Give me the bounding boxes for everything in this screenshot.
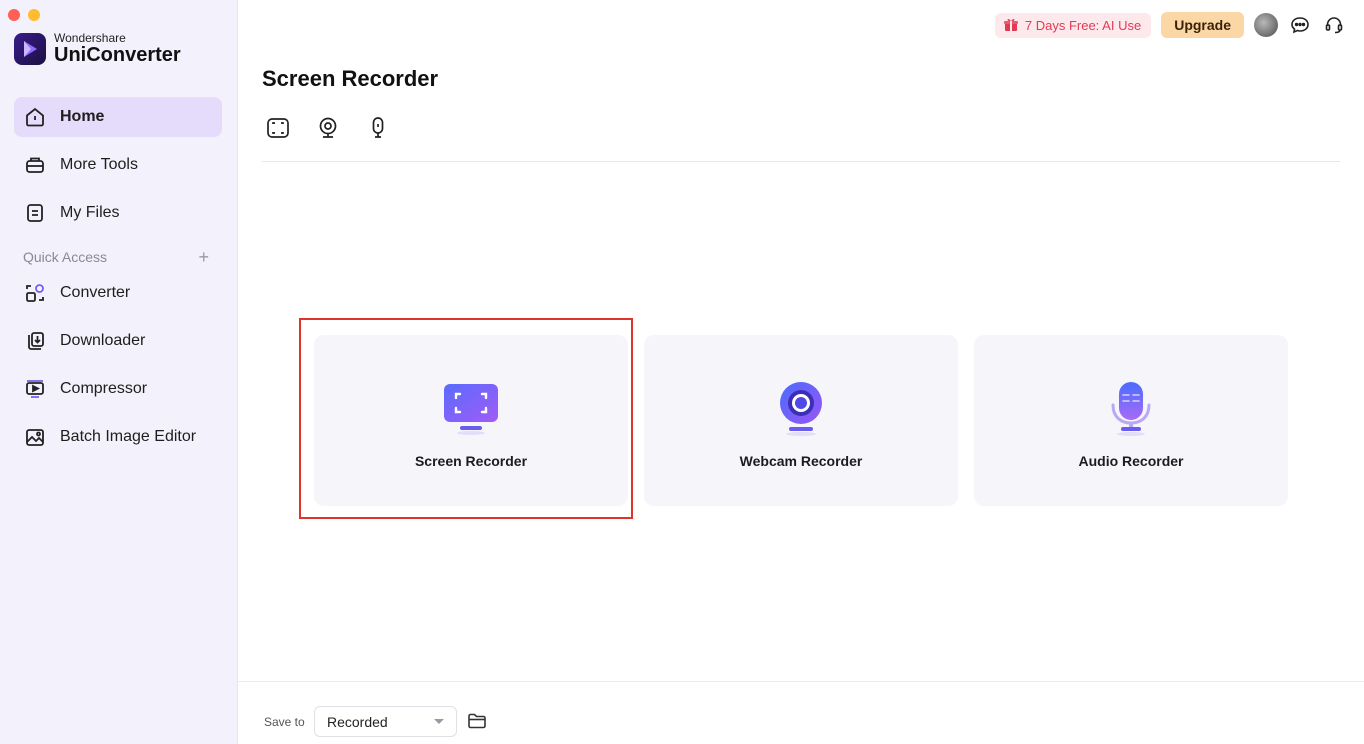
- sidebar-item-my-files[interactable]: My Files: [14, 193, 222, 233]
- sidebar-item-downloader[interactable]: Downloader: [14, 321, 222, 361]
- sidebar-item-label: Batch Image Editor: [60, 428, 197, 445]
- sidebar-item-home[interactable]: Home: [14, 97, 222, 137]
- footer-divider: [238, 681, 1364, 682]
- app-logo-icon: [14, 32, 46, 65]
- sidebar-item-label: Downloader: [60, 332, 146, 349]
- main-nav: Home More Tools My Files: [14, 97, 222, 241]
- card-label: Audio Recorder: [1078, 453, 1184, 469]
- converter-icon: [26, 284, 44, 302]
- window-controls: [8, 9, 40, 21]
- sidebar-item-label: More Tools: [60, 156, 138, 173]
- sidebar-item-label: Compressor: [60, 380, 148, 397]
- file-icon: [27, 204, 43, 222]
- audio-recorder-card[interactable]: Audio Recorder: [974, 335, 1288, 506]
- sidebar: Wondershare UniConverter Home More Tools: [0, 0, 238, 744]
- upgrade-button[interactable]: Upgrade: [1161, 12, 1244, 38]
- sidebar-item-compressor[interactable]: Compressor: [14, 369, 222, 409]
- toolbox-icon: [26, 157, 44, 173]
- image-editor-icon: [26, 429, 44, 446]
- sidebar-item-label: My Files: [60, 204, 120, 221]
- sidebar-item-label: Home: [60, 108, 105, 125]
- audio-recorder-icon: [1101, 381, 1161, 437]
- promo-button[interactable]: 7 Days Free: AI Use: [994, 12, 1152, 38]
- microphone-icon[interactable]: [366, 116, 390, 140]
- webcam-recorder-card[interactable]: Webcam Recorder: [644, 335, 958, 506]
- chevron-down-icon: [434, 719, 444, 724]
- section-divider: [262, 161, 1340, 162]
- save-to-label: Save to: [264, 715, 305, 729]
- card-label: Webcam Recorder: [739, 453, 863, 469]
- sidebar-item-more-tools[interactable]: More Tools: [14, 145, 222, 185]
- support-headset-icon[interactable]: [1322, 13, 1346, 37]
- save-to-dropdown[interactable]: Recorded: [314, 706, 457, 737]
- top-bar: 7 Days Free: AI Use Upgrade: [994, 12, 1346, 38]
- open-folder-icon[interactable]: [466, 710, 488, 732]
- home-icon: [26, 107, 44, 127]
- sidebar-item-converter[interactable]: Converter: [14, 273, 222, 313]
- close-window-button[interactable]: [8, 9, 20, 21]
- quick-access-header: Quick Access +: [23, 248, 209, 266]
- sidebar-item-label: Converter: [60, 284, 131, 301]
- message-icon[interactable]: [1288, 13, 1312, 37]
- screen-capture-icon[interactable]: [266, 116, 290, 140]
- quick-access-nav: Converter Downloader Compressor Batch Im…: [14, 273, 222, 465]
- save-to-value: Recorded: [327, 713, 388, 730]
- page-title: Screen Recorder: [262, 66, 439, 91]
- brand: Wondershare UniConverter: [14, 32, 181, 65]
- sidebar-item-batch-image-editor[interactable]: Batch Image Editor: [14, 417, 222, 457]
- downloader-icon: [28, 332, 44, 350]
- compressor-icon: [26, 380, 44, 398]
- brand-product: UniConverter: [54, 44, 181, 66]
- minimize-window-button[interactable]: [28, 9, 40, 21]
- quick-access-label: Quick Access: [23, 249, 108, 265]
- brand-company: Wondershare: [54, 31, 126, 45]
- webcam-recorder-icon: [771, 381, 831, 437]
- promo-label: 7 Days Free: AI Use: [1024, 17, 1142, 33]
- add-quick-access-icon[interactable]: +: [198, 248, 209, 266]
- recorder-mode-tabs: [266, 116, 390, 140]
- webcam-icon[interactable]: [316, 116, 340, 140]
- avatar[interactable]: [1254, 13, 1278, 37]
- gift-icon: [1003, 18, 1018, 31]
- app-window: Wondershare UniConverter Home More Tools: [0, 0, 1364, 744]
- highlight-box: [299, 318, 633, 519]
